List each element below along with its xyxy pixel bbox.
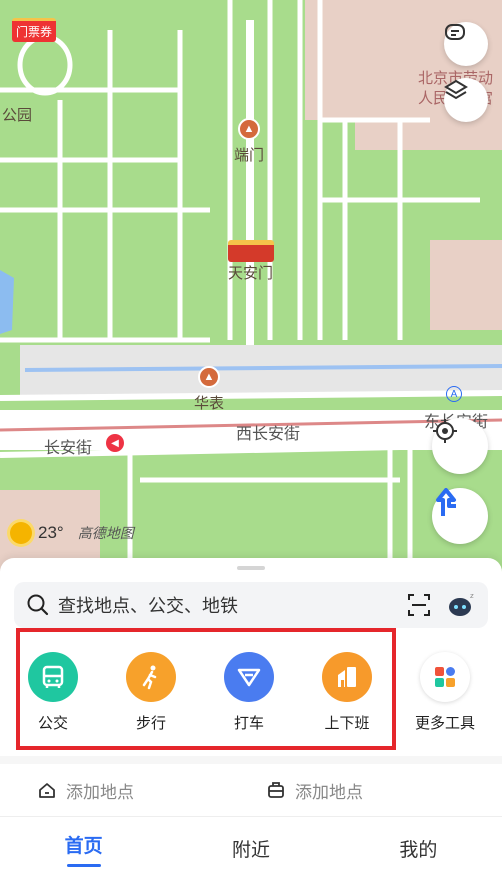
tool-more-label: 更多工具 (414, 715, 475, 732)
tab-mine[interactable]: 我的 (335, 817, 502, 880)
assistant-bot-icon: z (449, 592, 474, 616)
sheet-drag-handle[interactable] (237, 566, 265, 570)
tab-home[interactable]: 首页 (0, 817, 167, 880)
message-button[interactable] (444, 22, 488, 66)
tab-nearby-label: 附近 (231, 840, 270, 861)
weather-widget[interactable]: 23° 高德地图 (10, 522, 134, 544)
quick-places: 添加地点 添加地点 (0, 764, 502, 816)
poi-huabiao-icon[interactable]: ▲ (198, 366, 220, 388)
navigation-icon (436, 488, 456, 516)
poi-duanmen-icon[interactable]: ▲ (238, 118, 260, 140)
scan-icon (408, 594, 430, 616)
speaker-marker-icon[interactable]: ◀ (106, 434, 124, 452)
map-label-xichangan: 西长安街 (236, 424, 301, 443)
add-home-place[interactable]: 添加地点 (0, 778, 251, 803)
locate-icon (433, 419, 457, 443)
home-icon (39, 783, 55, 798)
more-tools-icon (420, 652, 470, 702)
sun-icon (10, 522, 32, 544)
amap-logo: 高德地图 (77, 525, 134, 541)
map-label-duanmen: 端门 (234, 146, 265, 164)
search-bar[interactable]: 查找地点、公交、地铁 z (14, 582, 488, 628)
svg-text:z: z (470, 592, 474, 600)
ticket-badge[interactable]: 门票券 (12, 18, 56, 42)
subway-badge[interactable]: A (446, 386, 462, 402)
section-divider (0, 756, 502, 764)
map-view[interactable]: 门票券 公园 ▲ 端门 天安门 ▲ 华表 西长安街 长安街 ◀ 东长安街 A 北… (0, 0, 502, 600)
search-placeholder: 查找地点、公交、地铁 (58, 596, 238, 616)
annotation-highlight-box (16, 628, 396, 750)
tab-active-indicator (66, 863, 101, 867)
layers-icon (444, 79, 468, 100)
map-label-park: 公园 (2, 106, 33, 124)
tool-more[interactable]: 更多工具 (396, 640, 494, 740)
tiananmen-landmark-icon[interactable] (228, 240, 274, 262)
add-work-place[interactable]: 添加地点 (251, 778, 502, 803)
tab-bar: 首页 附近 我的 (0, 816, 502, 880)
assistant-button[interactable]: z (446, 590, 476, 620)
map-label-changan: 长安街 (44, 438, 93, 457)
search-icon (27, 594, 49, 616)
map-label-huabiao: 华表 (194, 394, 225, 412)
scan-button[interactable] (404, 590, 434, 620)
message-icon (445, 24, 465, 40)
add-home-label: 添加地点 (66, 782, 134, 802)
locate-button[interactable] (432, 418, 488, 474)
tab-home-label: 首页 (64, 835, 103, 857)
bottom-sheet: 查找地点、公交、地铁 z 公交 步行 打车 上下班 更多工具 添加地点 添加地点… (0, 558, 502, 880)
tab-mine-label: 我的 (399, 840, 438, 861)
add-work-label: 添加地点 (295, 782, 363, 802)
tab-nearby[interactable]: 附近 (167, 817, 334, 880)
map-label-tiananmen: 天安门 (228, 264, 274, 282)
layers-button[interactable] (444, 78, 488, 122)
weather-temp: 23° (38, 523, 64, 542)
navigation-button[interactable] (432, 488, 488, 544)
briefcase-icon (268, 782, 284, 798)
